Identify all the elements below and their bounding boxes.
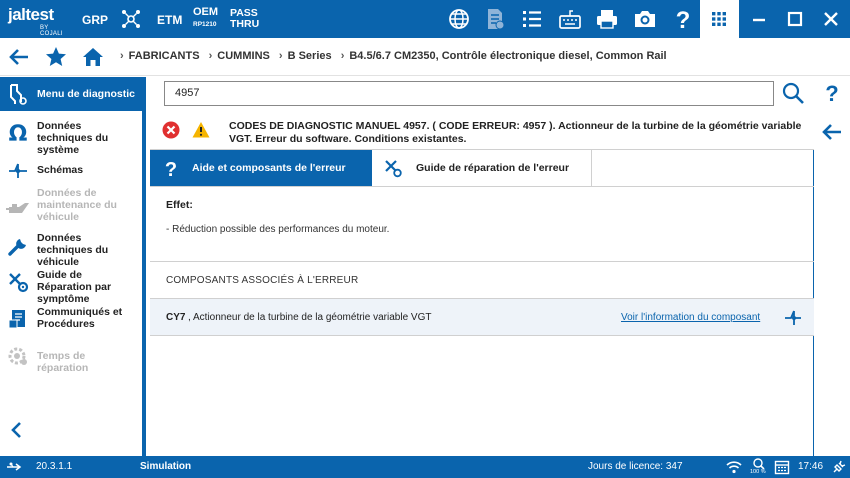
apps-grid-icon xyxy=(712,12,726,26)
components-header-label: COMPOSANTS ASSOCIÉS À L'ERREUR xyxy=(166,275,359,286)
sidebar-active-label: Menu de diagnostic xyxy=(37,88,136,100)
schematic-icon xyxy=(7,159,29,181)
license-days-label: Jours de licence: 347 xyxy=(588,461,683,472)
question-icon: ? xyxy=(162,158,180,181)
oil-can-icon xyxy=(5,197,31,219)
pass-thru-button[interactable]: PASS THRU xyxy=(230,8,259,30)
home-icon[interactable] xyxy=(81,45,105,69)
sidebar-item-schematics[interactable]: Schémas xyxy=(0,159,142,183)
svg-text:?: ? xyxy=(676,7,691,31)
effect-section: Effet: - Réduction possible des performa… xyxy=(150,188,814,262)
top-bar: jaltest BY COJALI GRP ETM OEM RP1210 PAS… xyxy=(0,0,850,38)
sidebar-item-label: Temps de réparation xyxy=(37,350,89,374)
sidebar-item-system-tech-data[interactable]: Ω Données techniques du système xyxy=(0,119,142,156)
sidebar-item-maintenance-data: Données de maintenance du véhicule xyxy=(0,187,142,227)
globe-icon[interactable] xyxy=(447,7,471,31)
breadcrumb: › FABRICANTS › CUMMINS › B Series › B4.5/6.7… xyxy=(120,50,667,62)
svg-text:?: ? xyxy=(825,81,838,105)
jaltest-logo: jaltest BY COJALI xyxy=(8,5,68,38)
error-icon xyxy=(162,121,180,139)
back-arrow-right-panel-icon[interactable] xyxy=(820,120,844,144)
breadcrumb-series[interactable]: B Series xyxy=(288,50,332,62)
search-input[interactable]: 4957 xyxy=(164,81,774,106)
wifi-icon xyxy=(726,459,742,475)
components-header: COMPOSANTS ASSOCIÉS À L'ERREUR xyxy=(150,263,814,299)
zoom-level: 100 % xyxy=(750,469,766,475)
tab-error-repair-guide[interactable]: Guide de réparation de l'erreur xyxy=(372,150,592,186)
warning-icon xyxy=(192,121,210,139)
keyboard-icon[interactable] xyxy=(558,7,582,31)
oem-label: OEM xyxy=(193,6,219,18)
sidebar-item-label: Communiqués et Procédures xyxy=(37,306,123,330)
sidebar-item-diagnostic-menu[interactable]: Menu de diagnostic xyxy=(0,77,142,111)
tab-label: Aide et composants de l'erreur xyxy=(192,162,346,174)
oem-sublabel: RP1210 xyxy=(193,21,217,28)
breadcrumb-bar: › FABRICANTS › CUMMINS › B Series › B4.5/6.7… xyxy=(0,38,850,76)
sidebar-item-label: Guide de Réparation par symptôme xyxy=(37,269,112,305)
sidebar-item-symptom-repair-guide[interactable]: Guide de Réparation par symptôme xyxy=(0,268,142,305)
status-bar: 20.3.1.1 Simulation Jours de licence: 34… xyxy=(0,456,850,478)
grp-button[interactable]: GRP xyxy=(82,13,108,27)
breadcrumb-fabricants[interactable]: FABRICANTS xyxy=(129,50,200,62)
help-icon[interactable]: ? xyxy=(671,7,695,34)
view-component-info-link[interactable]: Voir l'information du composant xyxy=(621,312,760,323)
camera-icon[interactable] xyxy=(633,7,657,31)
collapse-sidebar-icon[interactable] xyxy=(8,420,26,440)
clock-gear-icon xyxy=(7,345,29,367)
search-help-icon[interactable]: ? xyxy=(822,81,842,106)
sidebar-item-label: Schémas xyxy=(37,164,84,176)
usb-icon xyxy=(6,459,22,475)
component-description: , Actionneur de la turbine de la géométr… xyxy=(188,312,432,323)
thru-label: THRU xyxy=(230,18,260,30)
svg-text:Ω: Ω xyxy=(9,122,28,144)
search-icon[interactable] xyxy=(781,81,805,105)
sidebar-item-label: Données techniques du véhicule xyxy=(37,232,109,268)
logo-text: jaltest xyxy=(8,5,54,24)
power-plug-icon xyxy=(831,459,847,475)
effect-title: Effet: xyxy=(166,199,193,211)
mode-label: Simulation xyxy=(140,461,192,472)
maximize-icon[interactable] xyxy=(785,9,805,29)
effect-text: - Réduction possible des performances du… xyxy=(166,224,390,235)
tools-icon xyxy=(384,158,402,178)
error-header: CODES DE DIAGNOSTIC MANUEL 4957. ( CODE … xyxy=(150,112,814,150)
tab-error-help-components[interactable]: ? Aide et composants de l'erreur xyxy=(150,150,372,186)
list-icon[interactable] xyxy=(520,7,544,31)
tab-bar: ? Aide et composants de l'erreur Guide d… xyxy=(150,150,814,187)
tools-gear-icon xyxy=(7,271,29,293)
sidebar-item-repair-times: Temps de réparation xyxy=(0,345,142,374)
tab-label: Guide de réparation de l'erreur xyxy=(416,162,570,174)
favorites-star-icon[interactable] xyxy=(44,45,68,69)
diagnostic-menu-icon xyxy=(8,83,28,105)
error-description: CODES DE DIAGNOSTIC MANUEL 4957. ( CODE … xyxy=(229,120,802,145)
component-schematic-icon[interactable] xyxy=(784,307,802,327)
back-arrow-icon[interactable] xyxy=(7,45,31,69)
breadcrumb-cummins[interactable]: CUMMINS xyxy=(217,50,270,62)
wrench-icon xyxy=(7,235,29,257)
printer-icon[interactable] xyxy=(595,7,619,31)
sidebar: Menu de diagnostic Ω Données techniques … xyxy=(0,77,146,456)
logo-subtext: BY COJALI xyxy=(40,25,63,37)
clock-time: 17:46 xyxy=(798,461,824,472)
omega-icon: Ω xyxy=(7,122,29,147)
sidebar-item-label: Données de maintenance du véhicule xyxy=(37,187,117,223)
breadcrumb-system: B4.5/6.7 CM2350, Contrôle électronique d… xyxy=(349,50,667,62)
network-nodes-icon[interactable] xyxy=(119,7,143,31)
bulletin-icon xyxy=(7,308,29,330)
table-row[interactable]: CY7 , Actionneur de la turbine de la géo… xyxy=(150,299,814,336)
close-icon[interactable] xyxy=(821,9,841,29)
version-label: 20.3.1.1 xyxy=(36,461,73,472)
oem-button[interactable]: OEM RP1210 xyxy=(193,7,218,30)
sidebar-item-bulletins-procedures[interactable]: Communiqués et Procédures xyxy=(0,305,142,335)
calendar-icon xyxy=(774,459,790,475)
etm-button[interactable]: ETM xyxy=(157,13,182,27)
minimize-icon[interactable] xyxy=(749,9,769,29)
document-icon[interactable] xyxy=(483,7,507,31)
svg-text:?: ? xyxy=(165,159,177,178)
apps-grid-button[interactable] xyxy=(700,0,739,38)
sidebar-item-vehicle-tech-data[interactable]: Données techniques du véhicule xyxy=(0,231,142,268)
component-code: CY7 xyxy=(166,312,186,323)
sidebar-item-label: Données techniques du système xyxy=(37,120,109,156)
